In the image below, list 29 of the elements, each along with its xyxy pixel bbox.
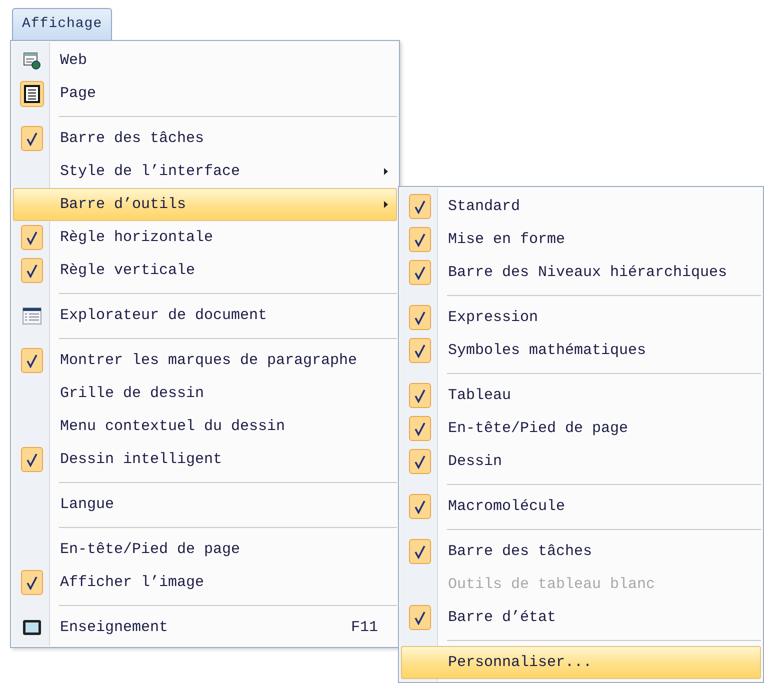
menu-item[interactable]: Mise en forme <box>401 223 761 256</box>
menu-item[interactable]: Dessin intelligent <box>13 443 397 476</box>
menu-item[interactable]: Menu contextuel du dessin <box>13 410 397 443</box>
menu-item[interactable]: Règle horizontale <box>13 221 397 254</box>
menu-item[interactable]: Page <box>13 77 397 110</box>
menu-title[interactable]: Affichage <box>12 8 112 40</box>
menu-item[interactable]: Barre des Niveaux hiérarchiques <box>401 256 761 289</box>
menu-item[interactable]: Tableau <box>401 379 761 412</box>
menu-item[interactable]: Enseignement F11 <box>13 611 397 644</box>
menu-item[interactable]: Personnaliser... <box>401 646 761 679</box>
menu-item[interactable]: Afficher l’image <box>13 566 397 599</box>
menu-item[interactable]: Barre des tâches <box>13 122 397 155</box>
menu-item[interactable]: Barre d’état <box>401 601 761 634</box>
menu-item[interactable]: Grille de dessin <box>13 377 397 410</box>
menu-item[interactable]: Règle verticale <box>13 254 397 287</box>
menu-item[interactable]: Barre d’outils <box>13 188 397 221</box>
menu-item[interactable]: Standard <box>401 190 761 223</box>
menu-item[interactable]: Web <box>13 44 397 77</box>
menu-item[interactable]: Expression <box>401 301 761 334</box>
menu-item[interactable]: Barre des tâches <box>401 535 761 568</box>
menu-item[interactable]: En-tête/Pied de page <box>401 412 761 445</box>
menu-item[interactable]: Montrer les marques de paragraphe <box>13 344 397 377</box>
menu-item[interactable]: Dessin <box>401 445 761 478</box>
menu-item[interactable]: Explorateur de document <box>13 299 397 332</box>
menu-item[interactable]: Style de l’interface <box>13 155 397 188</box>
menu-item[interactable]: Langue <box>13 488 397 521</box>
menu-item[interactable]: Symboles mathématiques <box>401 334 761 367</box>
menu-item[interactable]: En-tête/Pied de page <box>13 533 397 566</box>
menu-item[interactable]: Macromolécule <box>401 490 761 523</box>
